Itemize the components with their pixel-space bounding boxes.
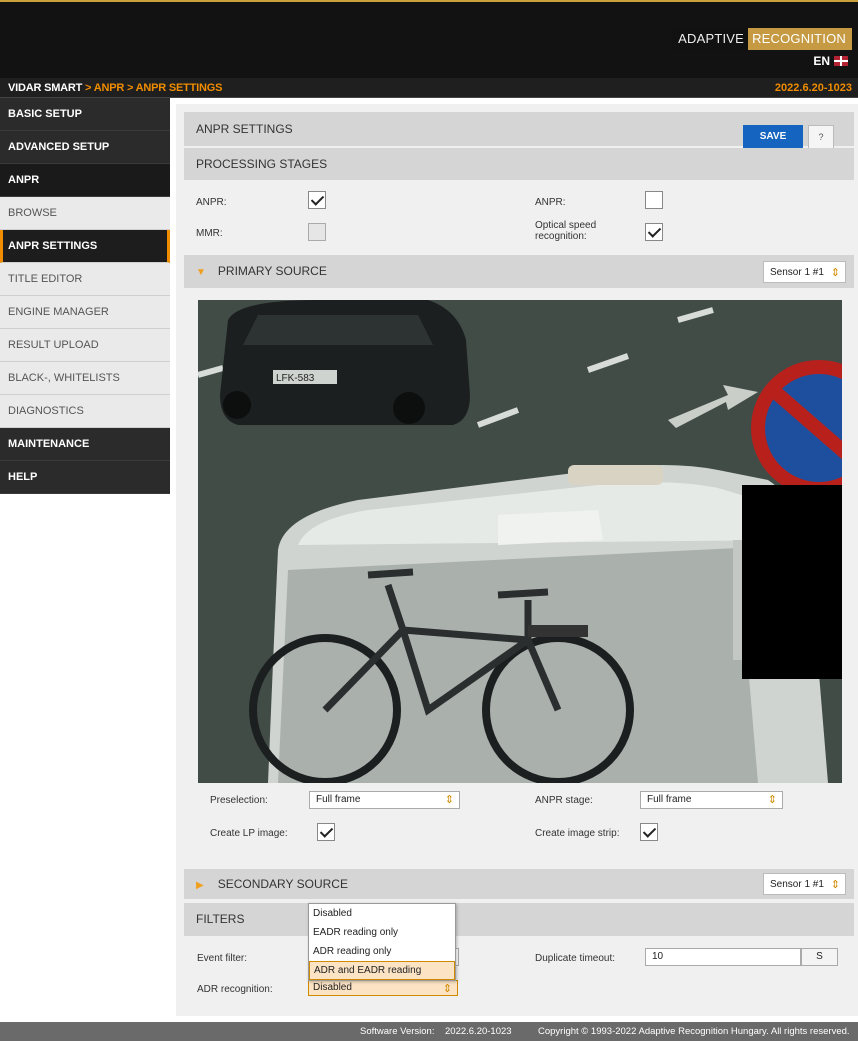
dropdown-option-adr-only[interactable]: ADR reading only: [309, 942, 455, 961]
anpr-left-checkbox[interactable]: [308, 191, 326, 209]
top-bar: ADAPTIVE RECOGNITION EN: [0, 0, 858, 78]
dropdown-option-adr-and-eadr[interactable]: ADR and EADR reading: [309, 961, 455, 980]
duplicate-timeout-unit: S: [801, 948, 838, 966]
breadcrumb-bar: VIDAR SMART > ANPR > ANPR SETTINGS 2022.…: [0, 78, 858, 98]
preselection-select[interactable]: Full frame ⇕: [309, 791, 460, 809]
sidebar-item-basic-setup[interactable]: BASIC SETUP: [0, 98, 170, 131]
create-lp-image-label: Create LP image:: [210, 828, 288, 839]
sidebar-item-anpr-settings[interactable]: ANPR SETTINGS: [0, 230, 170, 263]
create-image-strip-label: Create image strip:: [535, 828, 620, 839]
sidebar-item-title-editor[interactable]: TITLE EDITOR: [0, 263, 170, 296]
footer: Software Version: 2022.6.20-1023 Copyrig…: [0, 1022, 858, 1041]
expand-arrow-icon[interactable]: ▼: [196, 267, 206, 278]
breadcrumb-section[interactable]: ANPR: [94, 82, 125, 94]
optical-speed-label: Optical speed recognition:: [535, 220, 597, 242]
anpr-stage-label: ANPR stage:: [535, 795, 593, 806]
adr-recognition-select[interactable]: Disabled ⇕: [308, 980, 458, 996]
sidebar-item-result-upload[interactable]: RESULT UPLOAD: [0, 329, 170, 362]
dropdown-option-eadr-only[interactable]: EADR reading only: [309, 923, 455, 942]
sidebar-item-diagnostics[interactable]: DIAGNOSTICS: [0, 395, 170, 428]
sidebar-item-black-whitelists[interactable]: BLACK-, WHITELISTS: [0, 362, 170, 395]
version-label: 2022.6.20-1023: [774, 82, 852, 94]
license-plate-text: LFK-583: [276, 373, 315, 384]
anpr-left-label: ANPR:: [196, 197, 227, 208]
anpr-right-checkbox[interactable]: [645, 191, 663, 209]
breadcrumb-root[interactable]: VIDAR SMART: [8, 82, 82, 94]
mmr-checkbox[interactable]: [308, 223, 326, 241]
event-filter-label: Event filter:: [197, 953, 248, 964]
expand-arrow-icon[interactable]: ▶: [196, 880, 204, 891]
duplicate-timeout-label: Duplicate timeout:: [535, 953, 616, 964]
primary-source-title: PRIMARY SOURCE: [217, 264, 327, 278]
filters-title: FILTERS: [196, 912, 245, 926]
processing-stages-header: PROCESSING STAGES: [184, 148, 854, 180]
main-panel: ANPR SETTINGS SAVE ? PROCESSING STAGES A…: [176, 104, 858, 1016]
language-selector[interactable]: EN: [813, 54, 848, 68]
help-button[interactable]: ?: [808, 125, 834, 149]
chevron-updown-icon: ⇕: [442, 983, 452, 995]
anpr-right-label: ANPR:: [535, 197, 566, 208]
page-title: ANPR SETTINGS: [196, 122, 293, 136]
anpr-stage-select[interactable]: Full frame ⇕: [640, 791, 783, 809]
chevron-updown-icon: ⇕: [767, 794, 777, 806]
processing-stages-title: PROCESSING STAGES: [196, 157, 328, 171]
dropdown-option-disabled[interactable]: Disabled: [309, 904, 455, 923]
settings-header: ANPR SETTINGS SAVE ?: [184, 112, 854, 149]
chevron-updown-icon: ⇕: [830, 879, 840, 891]
adr-recognition-dropdown: Disabled EADR reading only ADR reading o…: [308, 903, 456, 981]
software-version-label: Software Version:: [360, 1026, 435, 1037]
breadcrumb-page: ANPR SETTINGS: [135, 82, 223, 94]
brand-word-adaptive: ADAPTIVE: [672, 28, 749, 50]
primary-sensor-select[interactable]: Sensor 1 #1 ⇕: [763, 261, 846, 283]
optical-speed-checkbox[interactable]: [645, 223, 663, 241]
primary-source-header[interactable]: ▼ PRIMARY SOURCE: [184, 255, 854, 288]
sidebar-item-engine-manager[interactable]: ENGINE MANAGER: [0, 296, 170, 329]
sidebar-item-help[interactable]: HELP: [0, 461, 170, 494]
software-version-value: 2022.6.20-1023: [445, 1026, 512, 1037]
brand-logo: ADAPTIVE RECOGNITION: [672, 28, 852, 50]
secondary-sensor-select[interactable]: Sensor 1 #1 ⇕: [763, 873, 846, 895]
save-button[interactable]: SAVE: [743, 125, 803, 149]
sidebar-item-maintenance[interactable]: MAINTENANCE: [0, 428, 170, 461]
preselection-label: Preselection:: [210, 795, 268, 806]
create-lp-image-checkbox[interactable]: [317, 823, 335, 841]
adr-recognition-label: ADR recognition:: [197, 984, 273, 995]
duplicate-timeout-input[interactable]: 10: [645, 948, 801, 966]
chevron-updown-icon: ⇕: [444, 794, 454, 806]
sidebar-item-advanced-setup[interactable]: ADVANCED SETUP: [0, 131, 170, 164]
sidebar-item-anpr[interactable]: ANPR: [0, 164, 170, 197]
chevron-updown-icon: ⇕: [830, 267, 840, 279]
redaction-block: [742, 485, 842, 679]
filters-header: FILTERS: [184, 903, 854, 936]
create-image-strip-checkbox[interactable]: [640, 823, 658, 841]
secondary-source-header[interactable]: ▶ SECONDARY SOURCE: [184, 869, 854, 899]
uk-flag-icon: [834, 56, 848, 66]
sidebar-item-browse[interactable]: BROWSE: [0, 197, 170, 230]
breadcrumb: VIDAR SMART > ANPR > ANPR SETTINGS: [8, 82, 223, 94]
sidebar: BASIC SETUP ADVANCED SETUP ANPR BROWSE A…: [0, 98, 170, 494]
brand-word-recognition: RECOGNITION: [748, 28, 852, 50]
mmr-label: MMR:: [196, 228, 223, 239]
language-label: EN: [813, 54, 830, 68]
secondary-source-title: SECONDARY SOURCE: [217, 877, 348, 891]
copyright-text: Copyright © 1993-2022 Adaptive Recogniti…: [538, 1026, 850, 1037]
